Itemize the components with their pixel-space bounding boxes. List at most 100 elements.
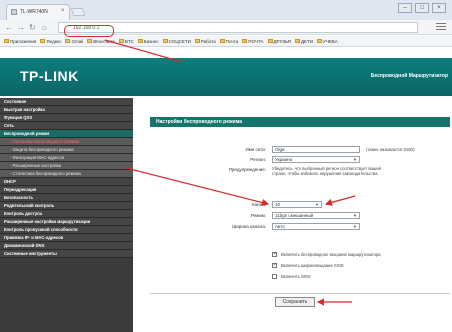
sidebar-item-quick-setup[interactable]: Быстрая настройка xyxy=(0,106,133,114)
folder-icon xyxy=(294,39,300,43)
sidebar-item-wireless-stats[interactable]: - Статистика беспроводного режима xyxy=(0,170,133,178)
header-model-name: Беспроводной Маршрутизатор xyxy=(370,73,448,79)
region-value: Украина xyxy=(275,157,293,162)
sidebar-item-parental-control[interactable]: Родительский контроль xyxy=(0,202,133,210)
warning-label: Предупреждение: xyxy=(228,167,266,172)
sidebar-item-wireless-advanced[interactable]: - Расширенные настройки xyxy=(0,162,133,170)
router-header: TP-LINK Беспроводной Маршрутизатор xyxy=(0,58,452,96)
tab-close-icon[interactable]: × xyxy=(61,8,65,14)
enable-wds-checkbox[interactable] xyxy=(272,274,277,279)
folder-icon xyxy=(162,39,168,43)
channel-width-value: Авто xyxy=(275,224,285,229)
mode-select[interactable]: 11bgn смешанный ▼ xyxy=(272,212,360,219)
warning-text: Убедитесь, что выбранный регион соответс… xyxy=(272,166,381,176)
ssid-label: Имя сети: xyxy=(245,147,266,152)
sidebar-item-network[interactable]: Сеть xyxy=(0,122,133,130)
bookmark-item[interactable]: Почта xyxy=(219,39,238,44)
folder-icon xyxy=(242,39,248,43)
bookmark-item[interactable]: BTC xyxy=(118,39,134,44)
bookmark-item[interactable]: Бизнес xyxy=(137,39,159,44)
ssid-input[interactable]: Olga xyxy=(272,146,360,153)
sidebar-item-wireless-settings[interactable]: - Настройки беспроводного режима xyxy=(0,138,133,146)
channel-width-label: Ширина канала: xyxy=(232,224,266,229)
bookmark-item[interactable]: Приложения xyxy=(4,39,36,44)
minimize-button[interactable]: – xyxy=(398,3,412,13)
menu-icon[interactable] xyxy=(436,23,446,31)
router-sidebar: Состояние Быстрая настройка Функция QSS … xyxy=(0,98,133,332)
enable-wireless-label: Включить беспроводное вещание маршрутиза… xyxy=(281,252,381,257)
divider xyxy=(150,293,450,294)
bookmark-item[interactable]: Яндекс xyxy=(40,39,61,44)
sidebar-item-security[interactable]: Безопасность xyxy=(0,194,133,202)
folder-icon xyxy=(137,39,143,43)
bookmark-item[interactable]: Gmail xyxy=(65,39,83,44)
folder-icon xyxy=(194,39,200,43)
sidebar-item-wireless-security[interactable]: - Защита беспроводного режима xyxy=(0,146,133,154)
browser-tab[interactable]: TL-WR740N × xyxy=(6,4,70,20)
sidebar-item-dhcp[interactable]: DHCP xyxy=(0,178,133,186)
sidebar-item-qss[interactable]: Функция QSS xyxy=(0,114,133,122)
sidebar-item-wireless[interactable]: Беспроводной режим xyxy=(0,130,133,138)
content-title-bar: Настройки беспроводного режима xyxy=(150,117,450,127)
sidebar-item-ddns[interactable]: Динамический DNS xyxy=(0,242,133,250)
sidebar-item-routing[interactable]: Расширенные настройки маршрутизации xyxy=(0,218,133,226)
forward-icon[interactable]: → xyxy=(17,23,25,32)
bookmark-item[interactable]: Работа xyxy=(194,39,216,44)
arrow-sidebar-to-channel xyxy=(125,167,270,207)
channel-value: 10 xyxy=(275,202,281,207)
reload-icon[interactable]: ↻ xyxy=(29,23,36,32)
maximize-button[interactable]: □ xyxy=(415,3,429,13)
close-window-button[interactable]: × xyxy=(432,3,446,13)
apps-icon xyxy=(4,39,9,43)
folder-icon xyxy=(316,39,322,43)
dropdown-arrow-icon: ▼ xyxy=(353,213,357,218)
enable-wireless-checkbox[interactable] xyxy=(272,251,277,257)
bookmark-item[interactable]: ДРУЗЬЯ xyxy=(267,39,291,44)
tp-link-logo: TP-LINK xyxy=(20,68,79,84)
folder-icon xyxy=(40,39,46,43)
browser-tabstrip: TL-WR740N × – □ × xyxy=(0,0,452,20)
enable-ssid-broadcast-checkbox[interactable] xyxy=(272,262,277,268)
sidebar-item-status[interactable]: Состояние xyxy=(0,98,133,106)
bookmark-item[interactable]: ВКонтакте xyxy=(87,39,115,44)
page-title: Настройки беспроводного режима xyxy=(156,119,242,125)
mode-value: 11bgn смешанный xyxy=(275,213,314,218)
bookmarks-bar: Приложения Яндекс Gmail ВКонтакте BTC Би… xyxy=(0,36,452,47)
enable-wds-label: Включить WDS xyxy=(281,274,311,279)
channel-width-select[interactable]: Авто ▼ xyxy=(272,223,360,230)
enable-ssid-broadcast-label: Включить широковещание SSID xyxy=(281,263,344,268)
new-tab-button[interactable] xyxy=(70,8,86,16)
sidebar-item-bandwidth[interactable]: Контроль пропускной способности xyxy=(0,226,133,234)
folder-icon xyxy=(219,39,225,43)
bookmark-item[interactable]: ПОЧТА xyxy=(242,39,264,44)
folder-icon xyxy=(87,39,93,43)
mode-label: Режим: xyxy=(250,213,266,218)
folder-icon xyxy=(65,39,71,43)
favicon-icon xyxy=(11,9,17,15)
folder-icon xyxy=(118,39,124,43)
window-controls: – □ × xyxy=(398,3,446,13)
sidebar-item-forwarding[interactable]: Переадресация xyxy=(0,186,133,194)
save-button[interactable]: Сохранить xyxy=(275,297,315,307)
sidebar-item-access-control[interactable]: Контроль доступа xyxy=(0,210,133,218)
tab-title: TL-WR740N xyxy=(20,9,48,15)
sidebar-item-mac-filtering[interactable]: - Фильтрация MAC-адресов xyxy=(0,154,133,162)
arrow-channel xyxy=(324,195,356,206)
region-label: Регион: xyxy=(250,157,266,162)
dropdown-arrow-icon: ▼ xyxy=(353,157,357,162)
bookmark-item[interactable]: СОЦСЕТИ xyxy=(162,39,191,44)
ssid-hint: (также называется SSID) xyxy=(366,147,415,152)
bookmark-item[interactable]: ДЕТИ xyxy=(294,39,313,44)
bookmark-item[interactable]: УЧЕБА xyxy=(316,39,338,44)
dropdown-arrow-icon: ▼ xyxy=(353,224,357,229)
back-icon[interactable]: ← xyxy=(5,23,13,32)
url-highlight-annotation xyxy=(64,25,114,37)
dropdown-arrow-icon: ▼ xyxy=(315,202,319,207)
home-icon[interactable]: ⌂ xyxy=(42,23,47,32)
folder-icon xyxy=(267,39,273,43)
channel-label: Канал: xyxy=(252,202,266,207)
region-select[interactable]: Украина ▼ xyxy=(272,156,360,163)
channel-select[interactable]: 10 ▼ xyxy=(272,201,322,208)
sidebar-item-ip-mac-binding[interactable]: Привязка IP- и MAC-адресов xyxy=(0,234,133,242)
sidebar-item-system-tools[interactable]: Системные инструменты xyxy=(0,250,133,258)
